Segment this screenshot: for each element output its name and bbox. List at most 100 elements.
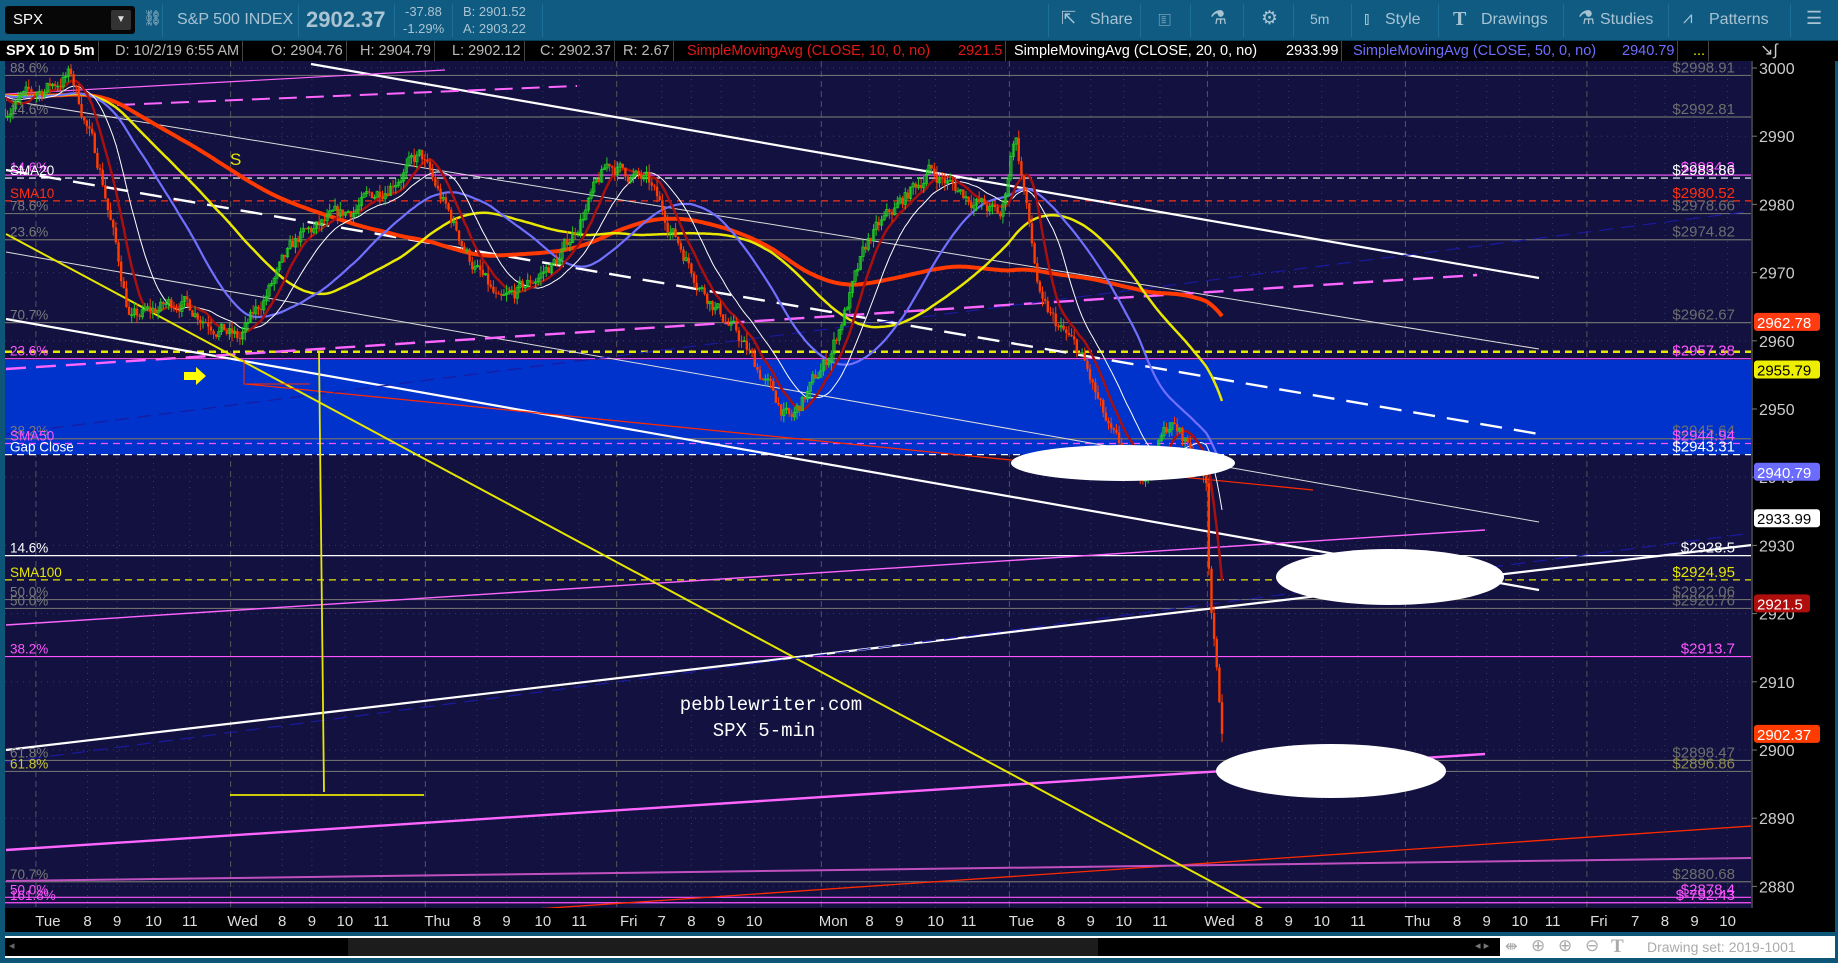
chevron-down-icon[interactable]: ▼ — [111, 10, 131, 30]
drawings-button[interactable]: Drawings — [1481, 11, 1548, 29]
candle-body — [1017, 137, 1020, 162]
notes-icon[interactable]: 🗉 — [1158, 8, 1171, 38]
drawing-set-label[interactable]: Drawing set: 2019-1001 — [1647, 939, 1796, 955]
candle-body — [1112, 428, 1115, 430]
style-button[interactable]: Style — [1385, 11, 1421, 29]
level-right-label: $2992.81 — [1672, 101, 1735, 118]
candle-body — [962, 189, 965, 198]
candle-body — [1181, 428, 1184, 441]
candle-body — [413, 155, 416, 162]
percent-change: -1.29% — [403, 21, 445, 36]
flask-icon[interactable]: ⚗ — [1578, 7, 1595, 30]
net-change: -37.88 — [405, 4, 442, 19]
long-avg-yellow-line[interactable] — [5, 92, 1224, 402]
candle-body — [72, 74, 75, 86]
pan-icon[interactable]: ⇼ — [1505, 937, 1518, 955]
chart-info-bar: SPX 10 D 5m D: 10/2/19 6:55 AM O: 2904.7… — [0, 41, 1838, 61]
candle-body — [682, 249, 685, 261]
text-tool-icon[interactable]: T — [1611, 936, 1624, 958]
time-tick-label: Fri — [620, 913, 638, 930]
candle-body — [613, 167, 617, 176]
scrollbar[interactable]: ◂ ◂ ▸ ⇼ ⊕ ⊕ ⊖ T Drawing set: 2019-1001 — [5, 936, 1835, 958]
target-ellipse — [1276, 549, 1504, 605]
share-icon[interactable]: ⇱ — [1061, 8, 1076, 29]
price-tick-label: 2900 — [1759, 743, 1795, 760]
level-right-label: $2974.82 — [1672, 224, 1735, 241]
candle-body — [75, 85, 78, 88]
candle-body — [930, 165, 933, 169]
candle-body — [1022, 175, 1026, 192]
candle-body — [191, 310, 194, 317]
scroll-thumb[interactable] — [348, 938, 1098, 956]
time-tick-label: 9 — [895, 913, 903, 930]
price-badge-value: 2940.79 — [1757, 465, 1811, 482]
price-tick-label: 2880 — [1759, 879, 1795, 896]
crosshair-icon[interactable]: ⊕ — [1531, 936, 1545, 956]
candle-body — [98, 168, 102, 170]
candle-body — [977, 199, 981, 202]
candle-body — [695, 282, 698, 289]
candle-body — [125, 288, 128, 307]
trendline — [5, 529, 1486, 626]
candle-body — [127, 306, 131, 315]
candle-body — [196, 313, 199, 320]
zoom-in-icon[interactable]: ⊕ — [1558, 936, 1572, 956]
target-ellipses — [1011, 445, 1504, 798]
symbol-selector[interactable]: SPX ▼ — [5, 6, 135, 34]
scroll-left-icon[interactable]: ◂ — [9, 939, 15, 952]
sma50-label[interactable]: SimpleMovingAvg (CLOSE, 50, 0, no) — [1350, 41, 1599, 61]
candle-body — [238, 338, 242, 340]
candle-body — [1062, 325, 1065, 330]
candle-body — [761, 378, 764, 381]
chart-canvas[interactable]: 88.6% $2998.9114.6% $2992.8114.6% $2984.3SM… — [5, 61, 1751, 908]
trendline — [5, 99, 1540, 350]
more-studies-button[interactable]: ... — [1690, 41, 1710, 61]
candle-body — [489, 284, 492, 287]
candle-body — [769, 378, 772, 381]
menu-icon[interactable]: ☰ — [1806, 8, 1822, 29]
candle-body — [423, 159, 426, 161]
candle-body — [1067, 333, 1071, 335]
sma50-value: 2940.79 — [1619, 41, 1679, 61]
studies-button[interactable]: Studies — [1600, 11, 1653, 29]
patterns-icon[interactable]: ⩘ — [1683, 8, 1693, 28]
candle-style-icon[interactable]: ⫾ — [1364, 9, 1369, 29]
level-left-label: 14.6% — [10, 541, 48, 556]
price-chart[interactable]: 88.6% $2998.91 14.6% $2992.81 14.6% $2984.3 SM… — [5, 61, 1751, 908]
candle-body — [59, 86, 62, 88]
candle-body — [434, 177, 437, 186]
candle-body — [500, 293, 503, 296]
patterns-button[interactable]: Patterns — [1709, 11, 1769, 29]
candle-body — [1104, 412, 1108, 421]
candle-body — [236, 331, 239, 339]
zoom-out-icon[interactable]: ⊖ — [1585, 936, 1599, 956]
flask-icon[interactable]: ⚗ — [1210, 7, 1227, 30]
candle-body — [381, 197, 384, 199]
candle-body — [790, 413, 793, 417]
scroll-arrows-icon[interactable]: ◂ ▸ — [1475, 939, 1489, 952]
trendline — [5, 857, 1751, 882]
price-axis[interactable]: 3000299029802970296029502940293029202910… — [1751, 61, 1835, 908]
level-left-label: 161.8% — [10, 888, 56, 903]
candle-body — [967, 196, 970, 203]
candle-body — [655, 186, 659, 197]
candle-body — [1078, 352, 1081, 354]
level-right-label: $-792.43 — [1676, 887, 1735, 904]
time-tick-label: 10 — [1511, 913, 1528, 930]
sma20-label[interactable]: SimpleMovingAvg (CLOSE, 20, 0, no) — [1011, 41, 1260, 61]
candle-body — [486, 273, 490, 285]
text-tool-icon[interactable]: T — [1453, 8, 1466, 31]
link-icon[interactable]: ⛓ — [143, 9, 162, 27]
candle-body — [1212, 613, 1216, 640]
share-button[interactable]: Share — [1090, 11, 1133, 29]
time-tick-label: Thu — [1404, 913, 1430, 930]
bar-low: L: 2902.12 — [449, 41, 525, 61]
time-axis[interactable]: Tue 8 9 10 11 Wed 8 9 10 11 Thu 8 9 10 11 Fri 7 8 9 10 Mon 8 9… — [5, 908, 1835, 932]
level-left-label: 38.2% — [10, 642, 48, 657]
timeframe-button[interactable]: 5m — [1310, 11, 1329, 27]
candle-body — [439, 188, 442, 200]
autoscale-icon[interactable]: ↘∫ — [1757, 41, 1781, 61]
time-tick-label: 9 — [113, 913, 121, 930]
gear-icon[interactable]: ⚙ — [1261, 7, 1278, 30]
sma10-label[interactable]: SimpleMovingAvg (CLOSE, 10, 0, no) — [684, 41, 933, 61]
